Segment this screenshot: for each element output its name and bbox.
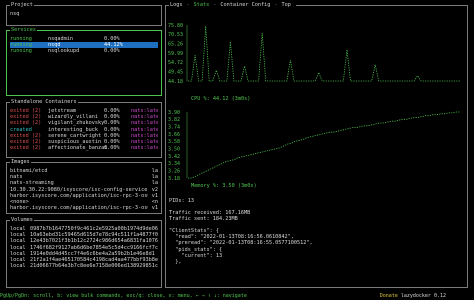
traffic-sent: Traffic sent: 184.23MB — [169, 216, 238, 222]
images-panel-title: Images — [10, 159, 31, 165]
axis-tick-label: 3.90 — [168, 110, 180, 116]
cpu-legend: CPU %: 44.12 (3m0s) — [191, 96, 251, 102]
axis-tick-label: 65.26 — [168, 41, 183, 47]
volumes-panel-title: Volumes — [10, 217, 34, 223]
cpu-line — [188, 26, 460, 82]
main-tabs: Logs - Stats - Container Config - Top — [169, 2, 296, 8]
image-name: harbor.isyscore.com/application/isc-rpc-… — [10, 205, 148, 212]
axis-tick-label: 54.72 — [168, 60, 183, 66]
tab-separator: - — [213, 2, 217, 8]
donate-link[interactable]: Donate — [380, 293, 398, 299]
container-status: exited (2) — [10, 145, 42, 152]
volume-name: 21d06677b64e3b7c8ee6e7158e006ed138929851… — [30, 263, 158, 270]
memory-legend: Memory %: 3.50 (3m0s) — [191, 183, 257, 189]
services-panel-title: Services — [10, 27, 37, 33]
service-cpu: 0.00% — [104, 48, 120, 55]
main-panel[interactable]: Logs - Stats - Container Config - Top 75.80 70.… — [165, 2, 468, 288]
volume-driver: local — [10, 263, 26, 270]
service-name: nsqlookupd — [48, 48, 80, 55]
project-name: nsq — [10, 11, 20, 17]
axis-tick-label: 49.45 — [168, 69, 183, 75]
project-panel[interactable]: Project nsq — [6, 2, 162, 26]
axis-tick-label: 75.80 — [168, 23, 183, 29]
axis-tick-label: 59.99 — [168, 51, 183, 57]
service-row[interactable]: running nsqlookupd 0.00% — [10, 48, 158, 54]
images-panel[interactable]: Images bitnami/etcd la nats la nats-streamin… — [6, 159, 162, 214]
volumes-panel[interactable]: Volumes local 0987b7b1647750f9c461c2e5925… — [6, 217, 162, 288]
axis-tick-label: 3.42 — [168, 154, 180, 160]
axis-tick-label: 3.74 — [168, 124, 180, 130]
pids-text: PIDs: 13 — [169, 198, 194, 204]
axis-tick-label: 3.66 — [168, 132, 180, 138]
tab-top[interactable]: Top — [281, 2, 290, 8]
standalone-containers-title: Standalone Containers — [10, 99, 78, 105]
services-panel[interactable]: Services running nsqadmin 0.00% running nsqd… — [6, 27, 162, 96]
tab-container-config[interactable]: Container Config — [220, 2, 270, 8]
tab-stats[interactable]: Stats — [194, 2, 210, 8]
axis-tick-label: 3.58 — [168, 139, 180, 145]
mem-line — [188, 111, 460, 179]
axis-tick-label: 70.53 — [168, 32, 183, 38]
keybinding-hints: PgUp/PgDn: scroll, b: view bulk commands… — [0, 293, 247, 299]
stats-json-line: }, — [169, 259, 182, 266]
axis-tick-label: 44.18 — [168, 79, 183, 85]
container-row[interactable]: exited (2) affectionate_banzai 0.00% nats:l… — [10, 145, 158, 151]
image-row[interactable]: harbor.isyscore.com/application/isc-rpc-… — [10, 205, 158, 211]
container-name: affectionate_banzai — [48, 145, 108, 152]
volume-row[interactable]: local 21d06677b64e3b7c8ee6e7158e006ed1389… — [10, 263, 158, 269]
version-label: lazydocker 0.12 — [400, 293, 446, 299]
cpu-chart: 75.80 70.53 65.26 59.99 54.72 49.45 44.18 — [168, 23, 460, 85]
tab-logs[interactable]: Logs — [170, 2, 183, 8]
container-cpu: 0.00% — [104, 145, 120, 152]
memory-chart: 3.903.823.74 3.663.583.50 3.423.343.26 3.18 — [168, 110, 460, 182]
standalone-containers-panel[interactable]: Standalone Containers exited (2) jetstrea… — [6, 99, 162, 158]
image-tag: v1 — [151, 205, 158, 212]
stats-json-line: "preread": "2022-01-13T08:16:55.05771005… — [169, 240, 313, 247]
project-panel-title: Project — [10, 2, 34, 8]
tab-separator: - — [186, 2, 190, 8]
axis-tick-label: 3.18 — [168, 176, 180, 182]
stats-json: "ClientStats": { "read": "2022-01-13T08:… — [169, 228, 313, 265]
tab-separator: - — [274, 2, 278, 8]
footer-bar: PgUp/PgDn: scroll, b: view bulk commands… — [0, 293, 474, 300]
axis-tick-label: 3.34 — [168, 161, 180, 167]
container-image: nats:latest — [131, 145, 158, 152]
axis-tick-label: 3.26 — [168, 168, 180, 174]
service-status: running — [10, 48, 32, 55]
axis-tick-label: 3.82 — [168, 117, 180, 123]
axis-tick-label: 3.50 — [168, 146, 180, 152]
